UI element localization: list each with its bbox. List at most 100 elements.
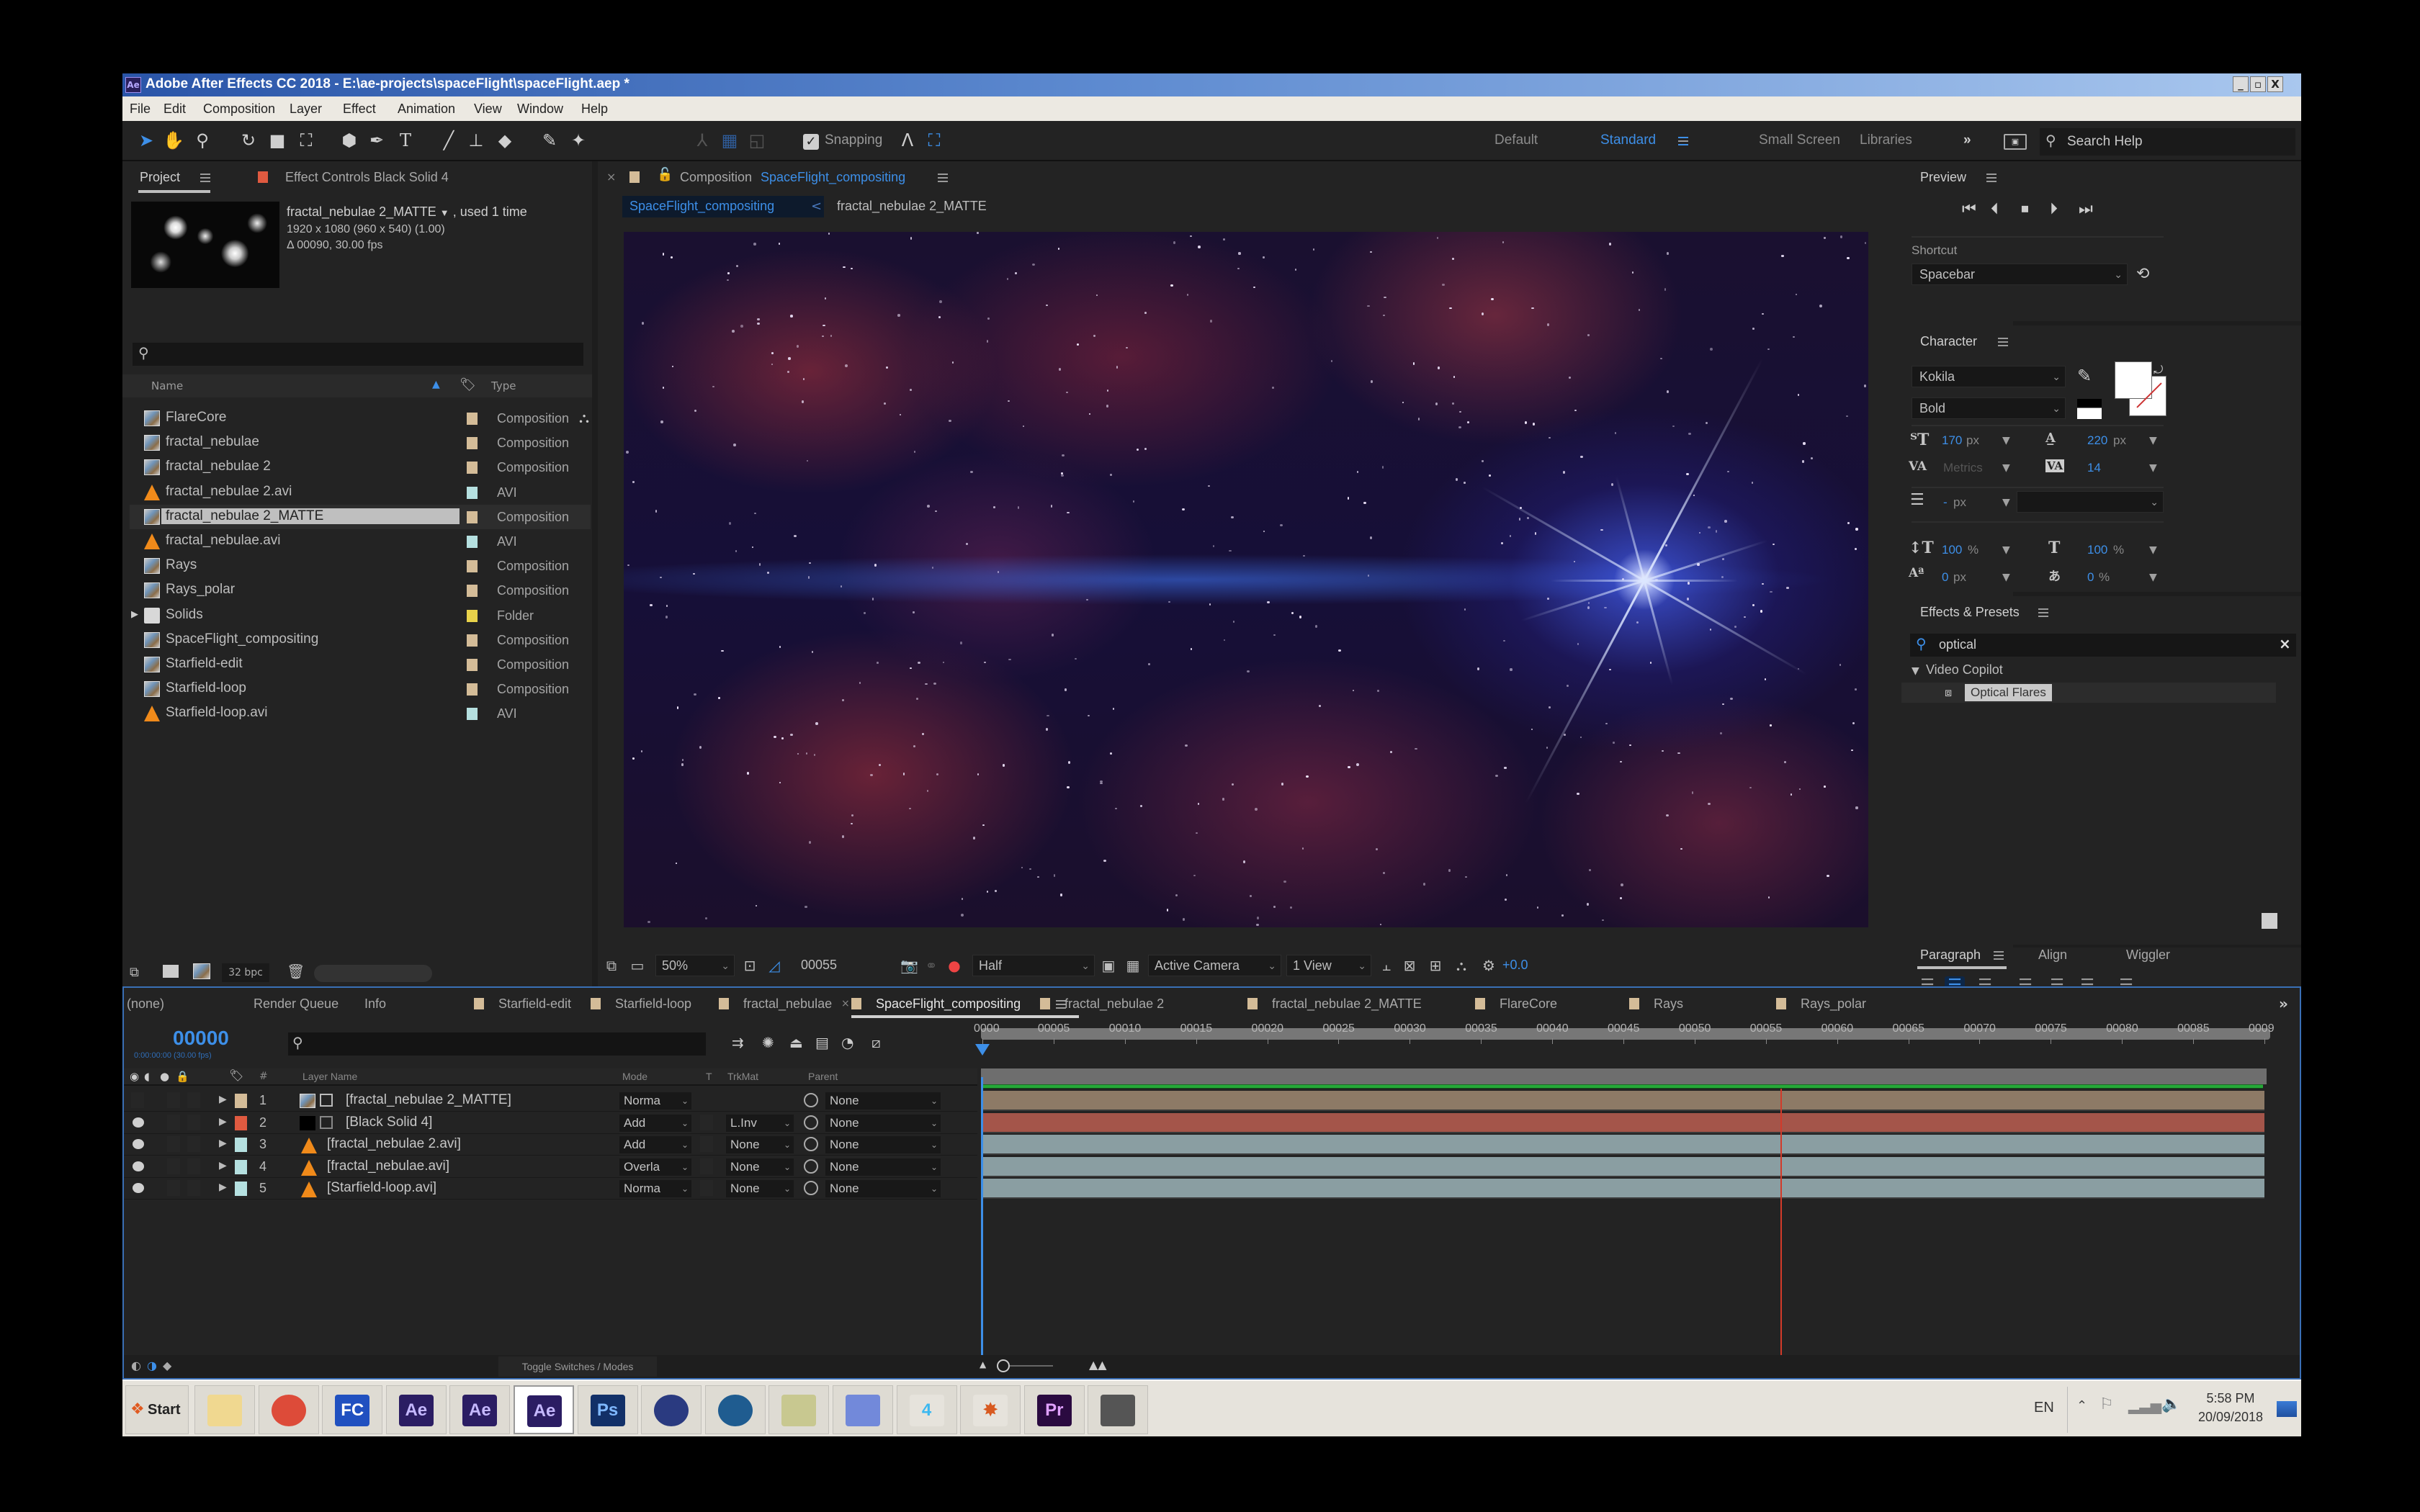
visibility-eye-icon[interactable] — [133, 1161, 144, 1171]
timeline-tab[interactable]: SpaceFlight_compositing — [876, 996, 1021, 1012]
workspace-libraries[interactable]: Libraries — [1860, 132, 1912, 148]
transparency-grid-icon[interactable]: ▦ — [1125, 958, 1141, 973]
show-hidden-icons[interactable]: ⌃ — [2076, 1398, 2087, 1413]
layer-row[interactable]: ▶ 4 [fractal_nebulae.avi] Overla ⌄ None ⌄ None ⌄ — [124, 1156, 977, 1178]
zoom-tool-icon[interactable]: ⚲ — [192, 130, 213, 151]
project-panel-menu-icon[interactable] — [200, 174, 210, 182]
layer-label-color[interactable] — [235, 1182, 247, 1196]
timeline-tab[interactable]: Render Queue — [254, 996, 339, 1012]
exposure-reset-icon[interactable]: ⚙ — [1481, 958, 1497, 973]
effects-search-input[interactable]: ⚲ optical × — [1910, 634, 2296, 657]
search-help-field[interactable]: ⚲ Search Help — [2040, 128, 2295, 156]
baseline-shift-value[interactable]: 0 — [1942, 570, 1948, 585]
close-button[interactable]: X — [2267, 76, 2283, 92]
effects-result-row[interactable]: ⧈ Optical Flares — [1901, 683, 2276, 703]
composition-viewer[interactable] — [624, 232, 1868, 927]
taskbar-app-after-effects-3[interactable]: Ae — [514, 1385, 574, 1434]
stroke-width-value[interactable]: - — [1943, 495, 1948, 510]
tsume-value[interactable]: 0 — [2087, 570, 2094, 585]
axis-world-icon[interactable]: ▦ — [719, 130, 740, 151]
layer-row[interactable]: ▶ 3 [fractal_nebulae 2.avi] Add ⌄ None ⌄ None ⌄ — [124, 1134, 977, 1156]
leading-dropdown-icon[interactable]: ▼ — [2149, 435, 2157, 446]
timeline-search-input[interactable]: ⚲ — [288, 1032, 706, 1056]
shortcut-dropdown[interactable]: Spacebar ⌄ — [1912, 264, 2128, 285]
composition-tab-name[interactable]: SpaceFlight_compositing — [761, 170, 905, 185]
column-trkmat[interactable]: TrkMat — [727, 1071, 758, 1082]
label-color-swatch[interactable] — [467, 683, 478, 696]
stroke-width-dropdown-icon[interactable]: ▼ — [2002, 497, 2010, 508]
composition-panel-menu-icon[interactable] — [938, 174, 948, 182]
roto-brush-tool-icon[interactable]: ✎ — [539, 130, 560, 151]
timeline-tab[interactable]: fractal_nebulae 2 — [1065, 996, 1164, 1012]
preserve-transparency-toggle[interactable] — [700, 1114, 713, 1130]
layer-duration-bar[interactable] — [982, 1112, 2264, 1133]
label-color-swatch[interactable] — [467, 486, 478, 499]
last-frame-icon[interactable]: ⏭ — [2079, 200, 2093, 218]
timeline-tab[interactable]: Starfield-loop — [615, 996, 691, 1012]
project-item[interactable]: Starfield-loop Composition — [130, 677, 591, 701]
blend-mode-dropdown[interactable]: Add ⌄ — [619, 1114, 691, 1132]
layer-name[interactable]: [fractal_nebulae 2_MATTE] — [346, 1092, 511, 1108]
project-item[interactable]: fractal_nebulae 2_MATTE Composition — [130, 504, 591, 529]
label-color-swatch[interactable] — [467, 659, 478, 671]
breadcrumb-active[interactable]: SpaceFlight_compositing — [622, 196, 824, 217]
menu-animation[interactable]: Animation — [398, 102, 455, 117]
tracking-value[interactable]: 14 — [2087, 461, 2101, 475]
toggle-pixel-aspect-icon[interactable]: ⫠ — [1379, 958, 1394, 973]
timeline-tab[interactable]: Rays — [1654, 996, 1683, 1012]
blend-mode-dropdown[interactable]: Overla ⌄ — [619, 1158, 691, 1176]
show-desktop-button[interactable] — [2277, 1401, 2297, 1417]
track-matte-dropdown[interactable]: None ⌄ — [726, 1180, 794, 1197]
label-column-icon[interactable]: 🏷 — [460, 377, 476, 392]
timeline-icon[interactable]: ⊞ — [1428, 958, 1443, 973]
camera-dropdown[interactable]: Active Camera ⌄ — [1148, 955, 1281, 976]
lock-toggle[interactable] — [187, 1136, 200, 1152]
mask-visibility-icon[interactable]: ◿ — [766, 958, 782, 973]
bit-depth-button[interactable]: 32 bpc — [222, 963, 269, 982]
taskbar-app-after-effects-1[interactable]: Ae — [385, 1385, 447, 1434]
next-frame-icon[interactable]: ⏵ — [2050, 200, 2058, 218]
composition-mini-flowchart-icon[interactable]: ⇉ — [732, 1034, 744, 1051]
label-color-swatch[interactable] — [467, 462, 478, 474]
project-item[interactable]: fractal_nebulae 2.avi AVI — [130, 480, 591, 505]
taskbar-app-notes[interactable] — [768, 1385, 830, 1434]
parent-dropdown[interactable]: None ⌄ — [825, 1180, 941, 1197]
audio-switch-icon[interactable]: ◖ — [144, 1070, 150, 1083]
visibility-eye-icon[interactable] — [133, 1139, 144, 1149]
black-white-swatch[interactable] — [2077, 399, 2102, 419]
audio-toggle[interactable] — [167, 1136, 180, 1152]
column-mode[interactable]: Mode — [622, 1071, 647, 1082]
kerning-value[interactable]: Metrics — [1943, 461, 1983, 475]
taskbar-app-photoshop[interactable]: Ps — [577, 1385, 638, 1434]
exposure-value[interactable]: +0.0 — [1502, 958, 1528, 973]
menu-help[interactable]: Help — [581, 102, 608, 117]
preserve-transparency-toggle[interactable] — [700, 1136, 713, 1152]
network-icon[interactable]: ▂▃▅ — [2128, 1397, 2161, 1414]
lock-switch-icon[interactable]: 🔒 — [176, 1070, 189, 1083]
blend-mode-dropdown[interactable]: Norma ⌄ — [619, 1092, 691, 1110]
layer-duration-bar[interactable] — [982, 1156, 2264, 1177]
tab-align[interactable]: Align — [2038, 948, 2067, 963]
swap-colors-icon[interactable]: ⤾ — [2154, 363, 2163, 377]
expand-layer-icon[interactable]: ▶ — [219, 1138, 227, 1149]
current-frame[interactable]: 00055 — [801, 958, 837, 973]
workspace-small-screen[interactable]: Small Screen — [1759, 132, 1840, 148]
parent-dropdown[interactable]: None ⌄ — [825, 1136, 941, 1153]
language-indicator[interactable]: EN — [2034, 1400, 2054, 1416]
layer-duration-bar[interactable] — [982, 1135, 2264, 1155]
column-parent[interactable]: Parent — [808, 1071, 838, 1082]
taskbar-app-fc[interactable]: FC — [322, 1385, 383, 1434]
tab-project[interactable]: Project — [140, 170, 180, 185]
timeline-tab[interactable]: fractal_nebulae — [743, 996, 832, 1012]
menu-effect[interactable]: Effect — [343, 102, 376, 117]
transfer-controls-icon[interactable]: ◑ — [147, 1359, 157, 1372]
in-out-icon[interactable]: ◆ — [163, 1359, 171, 1372]
track-matte-dropdown[interactable]: None ⌄ — [726, 1158, 794, 1176]
project-item[interactable]: fractal_nebulae 2 Composition — [130, 455, 591, 480]
selection-tool-icon[interactable]: ➤ — [135, 130, 157, 151]
previous-frame-icon[interactable]: ⏴ — [1991, 200, 1999, 218]
timeline-tab[interactable]: FlareCore — [1500, 996, 1557, 1012]
layer-row[interactable]: ▶ 5 [Starfield-loop.avi] Norma ⌄ None ⌄ None ⌄ — [124, 1178, 977, 1200]
taskbar-app-camera-tool[interactable] — [1088, 1385, 1149, 1434]
new-composition-icon[interactable] — [193, 963, 210, 979]
